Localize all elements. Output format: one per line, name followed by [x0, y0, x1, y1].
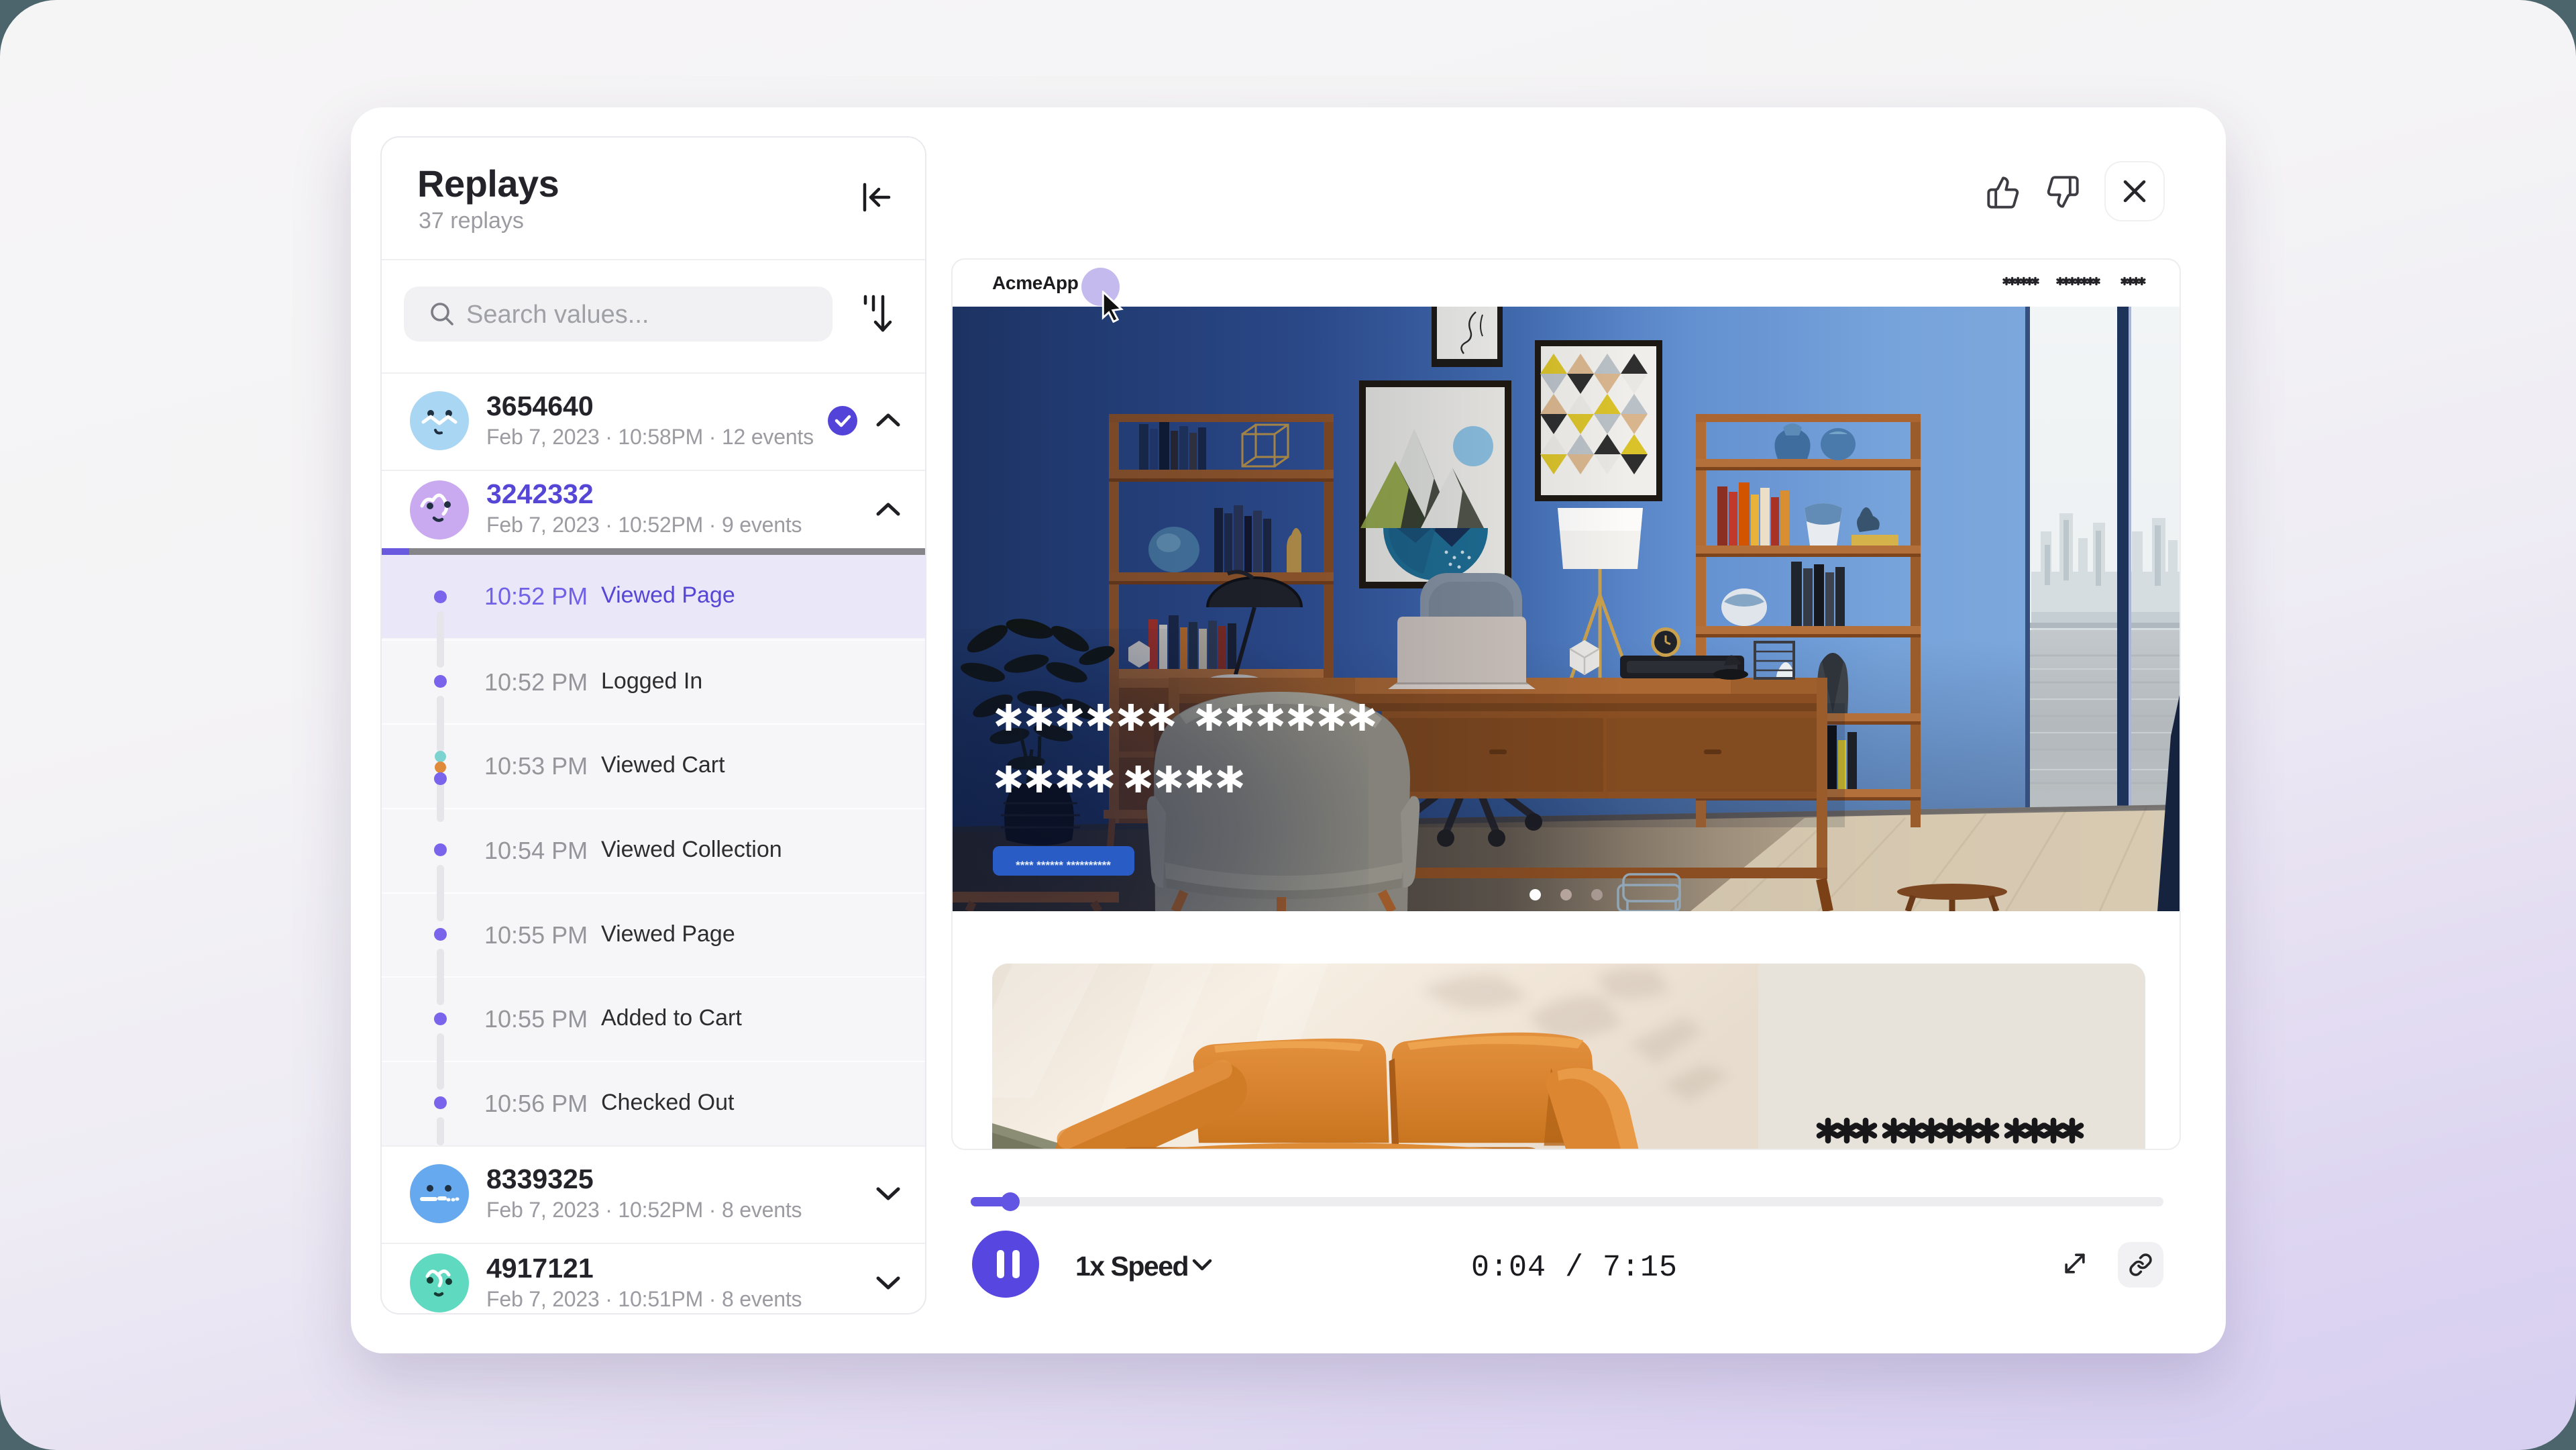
svg-text:**** ****** **********: **** ****** ********** [1016, 859, 1111, 872]
